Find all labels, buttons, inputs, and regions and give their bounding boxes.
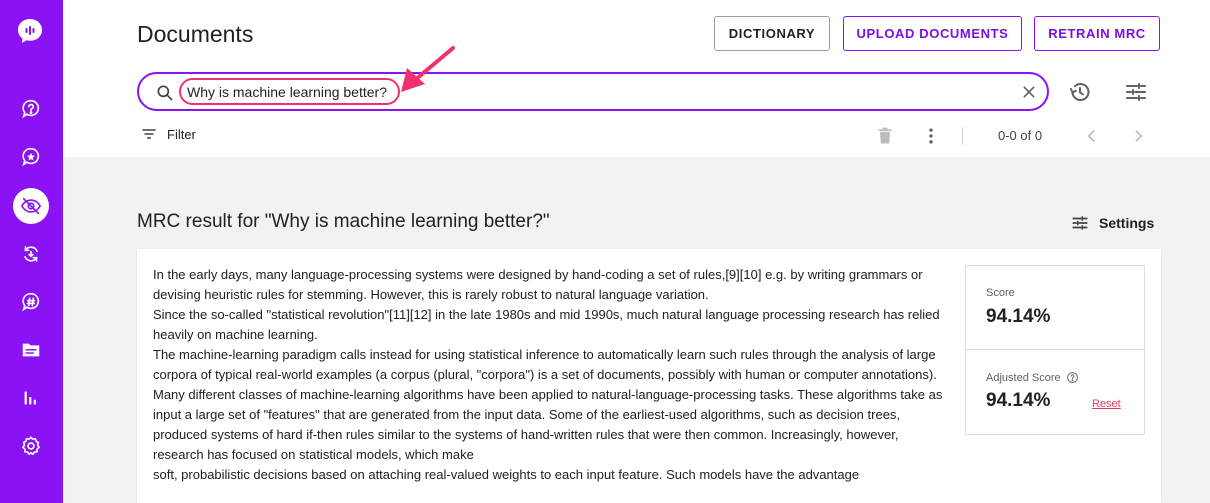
adjusted-score-section: Adjusted Score 94.14% Reset — [966, 350, 1144, 434]
upload-documents-button[interactable]: UPLOAD DOCUMENTS — [843, 16, 1022, 51]
sidebar — [0, 0, 63, 503]
sidebar-item-favorites[interactable] — [13, 139, 49, 175]
document-icon — [22, 343, 40, 357]
search-input[interactable] — [187, 81, 887, 103]
search-box[interactable] — [137, 72, 1049, 111]
filter-button[interactable]: Filter — [141, 126, 196, 142]
pagination-label: 0-0 of 0 — [998, 128, 1043, 143]
settings-icon — [22, 436, 40, 456]
sidebar-item-tags[interactable] — [13, 284, 49, 320]
paragraph: The machine-learning paradigm calls inst… — [153, 347, 937, 382]
sync-icon — [24, 246, 38, 262]
sidebar-item-settings[interactable] — [13, 428, 49, 464]
header: Documents DICTIONARY UPLOAD DOCUMENTS RE… — [63, 0, 1210, 157]
paragraph: soft, probabilistic decisions based on a… — [153, 467, 860, 482]
mrc-result-title: MRC result for "Why is machine learning … — [137, 211, 550, 232]
settings-label: Settings — [1099, 215, 1155, 231]
paragraph: Many different classes of machine-learni… — [153, 387, 943, 462]
sidebar-item-mrc[interactable] — [13, 188, 49, 224]
adjusted-score-label-text: Adjusted Score — [986, 371, 1061, 384]
sidebar-item-sync[interactable] — [13, 236, 49, 272]
help-icon — [22, 99, 40, 119]
help-icon[interactable] — [1066, 371, 1079, 384]
paragraph: Since the so-called "statistical revolut… — [153, 307, 940, 342]
mrc-result-text: In the early days, many language-process… — [153, 265, 943, 485]
sidebar-item-help[interactable] — [13, 91, 49, 127]
mrc-result-card: In the early days, many language-process… — [137, 249, 1161, 503]
settings-button[interactable]: Settings — [1071, 214, 1154, 232]
dictionary-button[interactable]: DICTIONARY — [714, 16, 830, 51]
sidebar-item-documents[interactable] — [13, 332, 49, 368]
score-label: Score — [986, 287, 1015, 299]
reset-link[interactable]: Reset — [1092, 398, 1121, 410]
chevron-right-icon[interactable] — [1128, 125, 1148, 147]
trash-icon[interactable] — [875, 125, 895, 147]
history-icon[interactable] — [1068, 80, 1092, 104]
adjusted-score-label: Adjusted Score — [986, 371, 1079, 384]
chart-icon — [24, 391, 36, 405]
logo-icon[interactable] — [16, 17, 44, 45]
score-value: 94.14% — [986, 306, 1051, 327]
retrain-mrc-button[interactable]: RETRAIN MRC — [1034, 16, 1160, 51]
score-panel: Score 94.14% Adjusted Score 94.14% Reset — [965, 265, 1145, 435]
annotation-arrow — [401, 46, 455, 92]
star-icon — [22, 147, 40, 167]
close-icon[interactable] — [1021, 84, 1037, 100]
page-title: Documents — [137, 21, 254, 47]
toolbar-divider — [962, 127, 963, 145]
tune-icon — [1072, 216, 1088, 230]
more-vertical-icon[interactable] — [921, 125, 941, 147]
chevron-left-icon[interactable] — [1082, 125, 1102, 147]
score-label-text: Score — [986, 287, 1015, 299]
score-section: Score 94.14% — [966, 266, 1144, 350]
filter-icon — [142, 129, 156, 139]
adjusted-score-value: 94.14% — [986, 390, 1051, 411]
filter-label: Filter — [167, 126, 196, 142]
tune-icon[interactable] — [1124, 80, 1148, 104]
paragraph: In the early days, many language-process… — [153, 267, 923, 302]
hashtag-icon — [22, 292, 40, 312]
eye-icon — [20, 197, 42, 215]
search-icon — [157, 85, 173, 101]
sidebar-item-analytics[interactable] — [13, 380, 49, 416]
